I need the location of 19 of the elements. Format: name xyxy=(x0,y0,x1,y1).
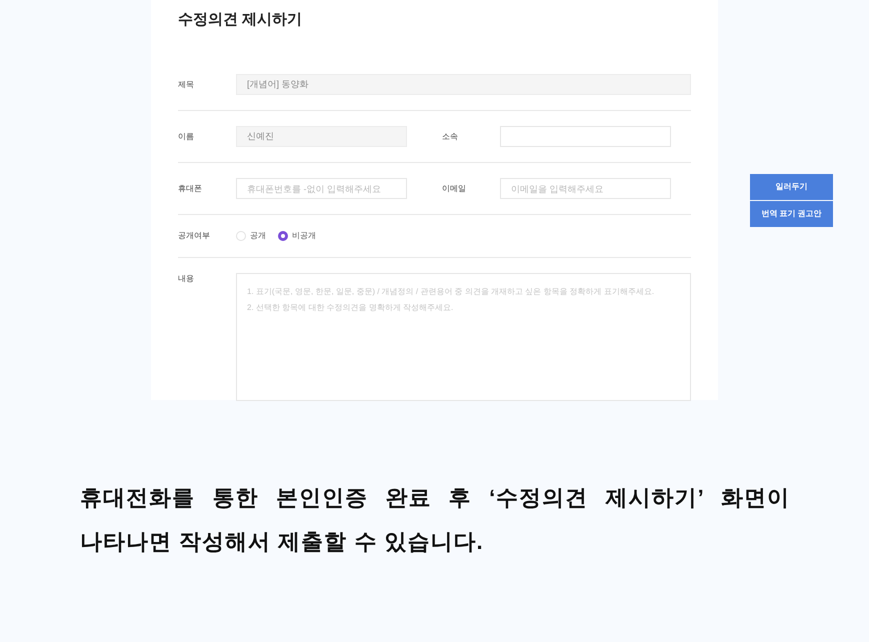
field-label: 이메일 xyxy=(442,182,467,194)
side-button[interactable]: 번역 표기 권고안 xyxy=(750,201,833,227)
field-label: 제목 xyxy=(178,78,195,90)
caption-text: 휴대전화를 통한 본인인증 완료 후 ‘수정의견 제시하기’ 화면이 나타나면 작성해서 제출할 수 있습니다. xyxy=(80,484,790,556)
input-field[interactable] xyxy=(500,126,671,147)
radio-option[interactable]: 공개 xyxy=(236,230,266,242)
field-label: 휴대폰 xyxy=(178,182,203,194)
content-field[interactable]: 1. 표기(국문, 영문, 한문, 일문, 중문) / 개념정의 / 관련용어 중 의견을 개재하고 싶은 항목을 정확하게 표기해주세요. 2. 선택한 항목에 대한 수정의견을 명확하게 작성해주세요. xyxy=(236,273,691,401)
radio-option[interactable]: 비공개 xyxy=(278,230,316,242)
field-label: 이름 xyxy=(178,130,195,142)
radio-icon xyxy=(236,231,246,241)
field-label: 내용 xyxy=(178,273,195,285)
radio-icon xyxy=(278,231,288,241)
input-field[interactable]: 이메일을 입력해주세요 xyxy=(500,178,671,199)
side-button[interactable]: 일러두기 xyxy=(750,174,833,200)
input-field[interactable]: 휴대폰번호를 -없이 입력해주세요 xyxy=(236,178,407,199)
field-label: 공개여부 xyxy=(178,230,211,242)
field-label: 소속 xyxy=(442,130,459,142)
form-title: 수정의견 제시하기 xyxy=(178,10,304,30)
